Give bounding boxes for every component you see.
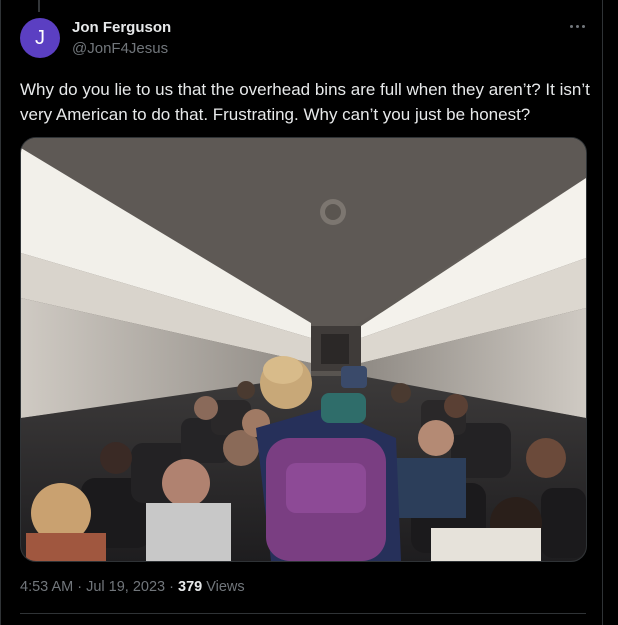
- avatar-initial: J: [35, 26, 45, 49]
- tweet-text: Why do you lie to us that the overhead b…: [20, 80, 590, 124]
- column-border-left: [0, 0, 1, 625]
- views-count: 379: [178, 579, 203, 595]
- author-handle[interactable]: @JonF4Jesus: [72, 40, 168, 57]
- tweet-time[interactable]: 4:53 AM: [20, 579, 73, 595]
- airplane-cabin-photo: [21, 138, 586, 561]
- views-label: Views: [202, 579, 245, 595]
- tweet-photo[interactable]: [20, 137, 587, 562]
- meta-separator-2: ·: [165, 579, 178, 595]
- avatar[interactable]: J: [20, 18, 60, 58]
- meta-separator: ·: [73, 579, 87, 595]
- tweet-date[interactable]: Jul 19, 2023: [86, 579, 165, 595]
- divider: [20, 613, 586, 614]
- more-options-icon[interactable]: [566, 18, 588, 34]
- author-name[interactable]: Jon Ferguson: [72, 19, 171, 36]
- tweet-metadata: 4:53 AM · Jul 19, 2023 · 379 Views: [20, 579, 245, 595]
- column-border-right: [602, 0, 603, 625]
- thread-connector-line: [38, 0, 40, 12]
